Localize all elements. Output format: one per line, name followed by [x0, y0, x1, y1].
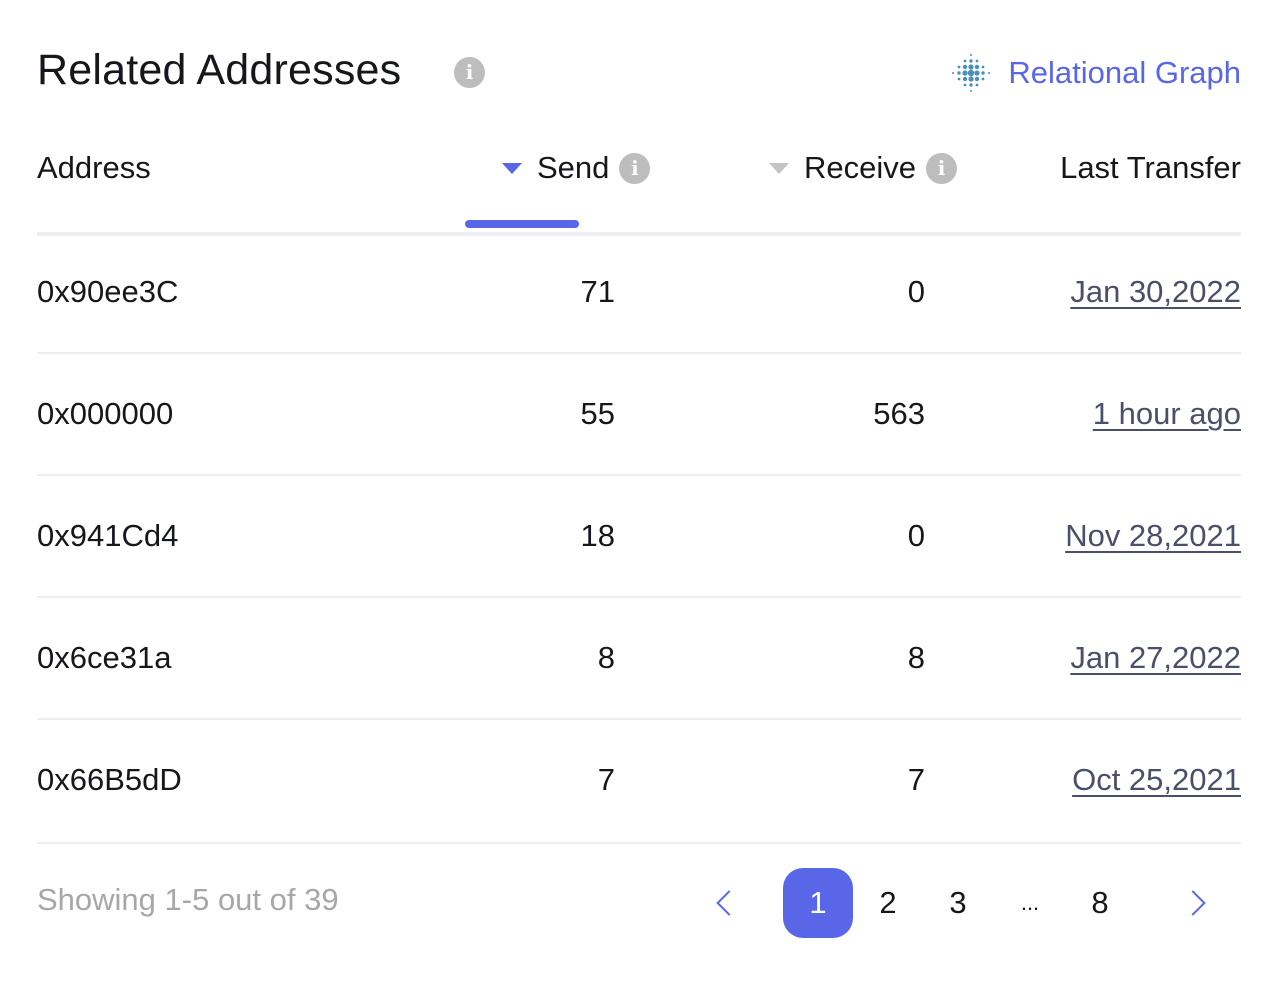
dot-grid-icon	[952, 54, 991, 92]
last-transfer-link[interactable]: Nov 28,2021	[1065, 518, 1241, 554]
showing-count: Showing 1-5 out of 39	[37, 882, 339, 917]
pagination: 1 2 3 ... 8	[700, 868, 1240, 938]
send-cell: 55	[580, 396, 615, 431]
page-button-2[interactable]: 2	[870, 868, 906, 938]
info-icon[interactable]: i	[619, 152, 651, 184]
last-transfer-link[interactable]: Jan 30,2022	[1070, 274, 1241, 310]
receive-cell: 563	[873, 396, 925, 431]
page-button-3[interactable]: 3	[940, 868, 976, 938]
column-header-receive[interactable]: Receive i	[769, 150, 957, 186]
info-icon[interactable]: i	[926, 152, 957, 184]
address-cell[interactable]: 0x66B5dD	[37, 762, 182, 798]
last-transfer-link[interactable]: Jan 27,2022	[1070, 640, 1241, 676]
send-cell: 71	[580, 274, 615, 309]
column-header-last-transfer: Last Transfer	[1060, 150, 1241, 185]
table-row: 0x6ce31a 8 8 Jan 27,2022	[37, 598, 1241, 720]
sort-desc-icon[interactable]	[502, 162, 522, 174]
relational-graph-label: Relational Graph	[1008, 55, 1241, 90]
send-cell: 7	[597, 762, 615, 797]
column-header-send[interactable]: Send i	[502, 150, 651, 186]
address-cell[interactable]: 0x90ee3C	[37, 274, 178, 310]
address-cell[interactable]: 0x000000	[37, 396, 173, 432]
last-transfer-link[interactable]: Oct 25,2021	[1072, 762, 1241, 798]
send-cell: 8	[597, 640, 615, 675]
page-ellipsis: ...	[1020, 890, 1040, 915]
column-header-address: Address	[37, 150, 151, 185]
table-row: 0x90ee3C 71 0 Jan 30,2022	[37, 232, 1241, 354]
table-body: 0x90ee3C 71 0 Jan 30,2022 0x000000 55 56…	[37, 232, 1241, 844]
table-header: Address Send i Receive i Last Transfer	[37, 140, 1241, 236]
chevron-right-icon[interactable]	[1180, 890, 1206, 916]
table-row: 0x000000 55 563 1 hour ago	[37, 354, 1241, 476]
send-cell: 18	[580, 518, 615, 553]
table-row: 0x941Cd4 18 0 Nov 28,2021	[37, 476, 1241, 598]
sort-desc-icon[interactable]	[769, 162, 789, 174]
info-icon[interactable]: i	[454, 57, 485, 88]
relational-graph-link[interactable]: Relational Graph	[950, 52, 1241, 94]
page-button-8[interactable]: 8	[1082, 868, 1118, 938]
receive-cell: 0	[907, 518, 925, 553]
table-row: 0x66B5dD 7 7 Oct 25,2021	[37, 720, 1241, 844]
active-sort-indicator	[465, 220, 579, 228]
page-button-1[interactable]: 1	[783, 868, 853, 938]
page-title: Related Addresses	[37, 46, 402, 94]
chevron-left-icon[interactable]	[716, 890, 742, 916]
receive-cell: 8	[907, 640, 925, 675]
address-cell[interactable]: 0x6ce31a	[37, 640, 171, 676]
last-transfer-link[interactable]: 1 hour ago	[1093, 396, 1241, 432]
address-cell[interactable]: 0x941Cd4	[37, 518, 178, 554]
receive-cell: 0	[907, 274, 925, 309]
receive-cell: 7	[907, 762, 925, 797]
